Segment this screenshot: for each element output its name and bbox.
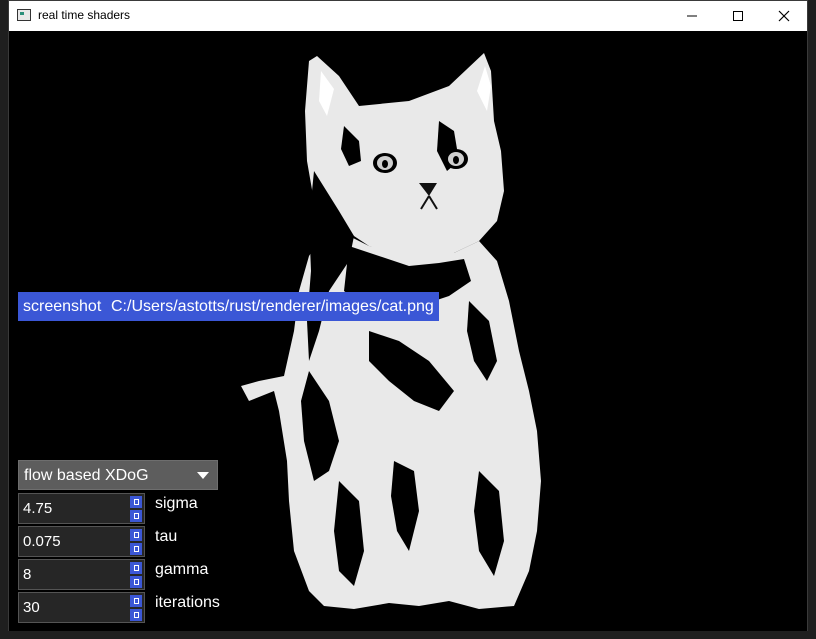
title-bar[interactable]: real time shaders (9, 1, 807, 31)
spin-down-icon (133, 612, 139, 618)
spin-down-icon (133, 546, 139, 552)
filter-select[interactable]: flow based XDoG (18, 460, 218, 490)
gamma-increment-button[interactable] (130, 562, 142, 574)
app-window: real time shaders screenshot C:/Users/as… (8, 0, 808, 631)
spin-up-icon (133, 598, 139, 604)
spin-down-icon (133, 579, 139, 585)
sigma-increment-button[interactable] (130, 496, 142, 508)
spin-up-icon (133, 532, 139, 538)
gamma-decrement-button[interactable] (130, 576, 142, 588)
spin-up-icon (133, 565, 139, 571)
chevron-down-icon (197, 472, 209, 479)
iterations-decrement-button[interactable] (130, 609, 142, 621)
maximize-button[interactable] (715, 1, 761, 31)
minimize-icon (687, 15, 697, 17)
filter-select-value: flow based XDoG (24, 467, 149, 484)
spin-down-icon (133, 513, 139, 519)
iterations-increment-button[interactable] (130, 595, 142, 607)
sigma-input[interactable]: 4.75 (18, 493, 145, 524)
iterations-label: iterations (155, 594, 220, 611)
screenshot-button[interactable]: screenshot (18, 292, 107, 321)
gamma-value: 8 (23, 566, 32, 583)
image-path-field[interactable]: C:/Users/astotts/rust/renderer/images/ca… (106, 292, 439, 321)
app-icon (17, 9, 31, 21)
render-viewport[interactable]: screenshot C:/Users/astotts/rust/rendere… (9, 31, 807, 631)
sigma-value: 4.75 (23, 500, 53, 517)
maximize-icon (733, 11, 743, 21)
sigma-label: sigma (155, 495, 198, 512)
tau-input[interactable]: 0.075 (18, 526, 145, 557)
tau-value: 0.075 (23, 533, 61, 550)
close-button[interactable] (761, 1, 807, 31)
tau-increment-button[interactable] (130, 529, 142, 541)
sigma-decrement-button[interactable] (130, 510, 142, 522)
tau-decrement-button[interactable] (130, 543, 142, 555)
gamma-label: gamma (155, 561, 209, 578)
iterations-input[interactable]: 30 (18, 592, 145, 623)
window-title: real time shaders (38, 8, 131, 22)
tau-label: tau (155, 528, 178, 545)
spin-up-icon (133, 499, 139, 505)
close-icon (778, 10, 790, 22)
gamma-input[interactable]: 8 (18, 559, 145, 590)
minimize-button[interactable] (669, 1, 715, 31)
iterations-value: 30 (23, 599, 40, 616)
